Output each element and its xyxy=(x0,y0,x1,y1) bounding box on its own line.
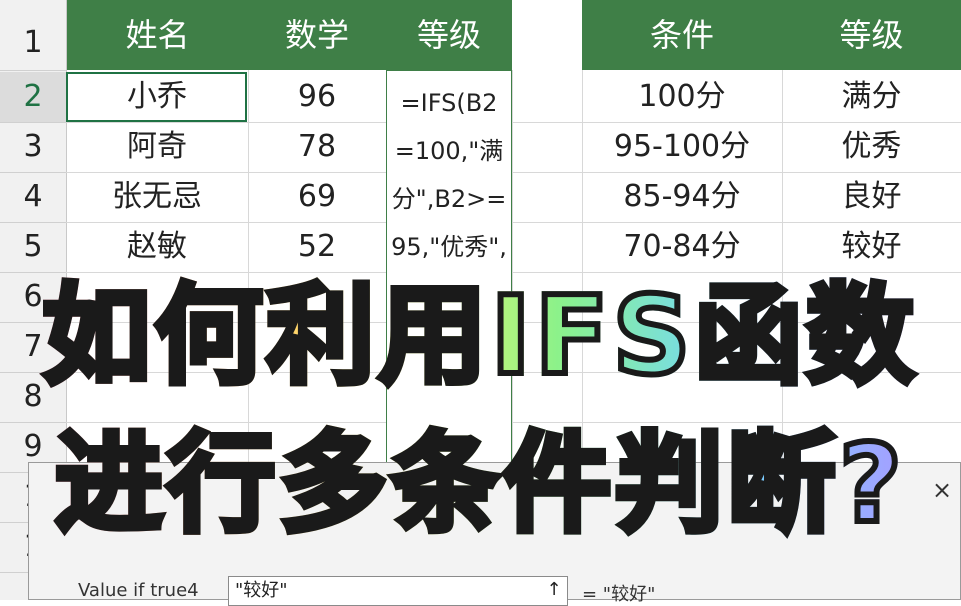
cell-grade[interactable]: 满分 xyxy=(782,72,961,122)
cell-score[interactable]: 52 xyxy=(248,222,386,272)
cell-condition[interactable]: 95-100分 xyxy=(582,122,782,172)
cell-condition[interactable]: 85-94分 xyxy=(582,172,782,222)
row-number[interactable]: 3 xyxy=(0,122,66,173)
overlay-title-line2: 进行多条件判断? xyxy=(0,419,961,550)
cell-name[interactable]: 张无忌 xyxy=(66,172,248,222)
header-condition[interactable]: 条件 xyxy=(582,0,783,70)
active-cell-outline xyxy=(66,72,247,122)
header-math[interactable]: 数学 xyxy=(248,0,387,70)
cell-score[interactable]: 78 xyxy=(248,122,386,172)
cell-name[interactable]: 阿奇 xyxy=(66,122,248,172)
row-number[interactable]: 5 xyxy=(0,222,66,273)
row-number[interactable]: 1 xyxy=(0,0,66,71)
argument-input[interactable]: "较好" xyxy=(228,576,568,606)
header-name[interactable]: 姓名 xyxy=(67,0,249,70)
cell-condition[interactable]: 100分 xyxy=(582,72,782,122)
header-grade[interactable]: 等级 xyxy=(386,0,513,70)
row-number[interactable]: 2 xyxy=(0,72,66,123)
argument-label: Value if true4 xyxy=(78,580,199,601)
cell-name[interactable]: 赵敏 xyxy=(66,222,248,272)
row-number[interactable]: 4 xyxy=(0,172,66,223)
overlay-title-line1: 如何利用IFS函数 xyxy=(0,271,961,402)
argument-result: = "较好" xyxy=(582,584,656,605)
header-grade-right[interactable]: 等级 xyxy=(782,0,961,70)
cell-score[interactable]: 96 xyxy=(248,72,386,122)
cell-grade[interactable]: 优秀 xyxy=(782,122,961,172)
cell-grade[interactable]: 良好 xyxy=(782,172,961,222)
cell-score[interactable]: 69 xyxy=(248,172,386,222)
cell-grade[interactable]: 较好 xyxy=(782,222,961,272)
cell-condition[interactable]: 70-84分 xyxy=(582,222,782,272)
collapse-reference-icon[interactable]: ↑ xyxy=(540,576,568,606)
